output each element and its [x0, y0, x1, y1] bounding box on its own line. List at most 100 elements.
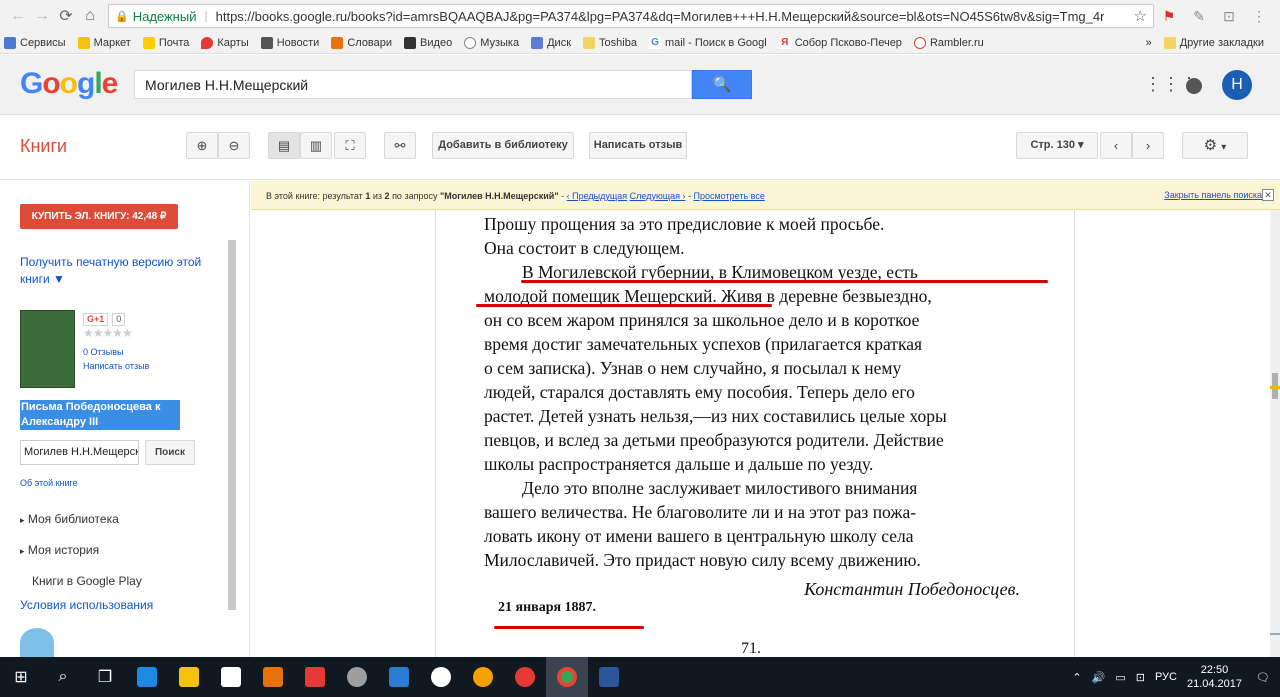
bookmark-item[interactable]: Диск	[531, 36, 571, 49]
bookmark-item[interactable]: Карты	[201, 36, 249, 49]
opera-icon[interactable]	[504, 657, 546, 697]
text-line: Прошу прощения за это предисловие к моей…	[484, 214, 885, 234]
bookmark-item[interactable]: Почта	[142, 36, 189, 49]
rambler-icon	[913, 36, 926, 49]
search-in-book-button[interactable]: Поиск	[145, 440, 195, 465]
battery-icon[interactable]: ▭	[1115, 671, 1125, 684]
settings-button[interactable]: ⚙ ▾	[1182, 132, 1248, 159]
section-title[interactable]: Книги	[20, 136, 67, 157]
viewer-scrollbar[interactable]	[1270, 210, 1280, 657]
bookmark-item[interactable]: Gmail - Поиск в Googl	[648, 36, 767, 49]
bookmark-item[interactable]: Словари	[331, 36, 392, 49]
next-result-link[interactable]: Следующая ›	[630, 191, 686, 201]
close-search-panel-link[interactable]: Закрыть панель поиска	[1164, 190, 1262, 200]
clock[interactable]: 22:50 21.04.2017	[1187, 663, 1242, 691]
yandex-browser-icon[interactable]	[420, 657, 462, 697]
book-title[interactable]: Письма Победоносцева к Александру III	[20, 400, 180, 430]
bookmark-item[interactable]: Видео	[404, 36, 452, 49]
bookmark-item[interactable]: Сервисы	[4, 36, 66, 49]
result-current: 1	[365, 191, 371, 201]
close-icon[interactable]: ✕	[1262, 189, 1274, 201]
profile-picture-icon	[20, 628, 54, 657]
page-select[interactable]: Стр. 130 ▾	[1016, 132, 1098, 159]
bookmark-item[interactable]: Rambler.ru	[913, 36, 984, 49]
signature: Константин Победоносцев.	[804, 579, 1020, 599]
bookmark-item[interactable]: Маркет	[77, 36, 131, 49]
prev-page-icon[interactable]: ‹	[1100, 132, 1132, 159]
search-button[interactable]: 🔍	[692, 70, 752, 99]
edge-icon[interactable]	[126, 657, 168, 697]
volume-icon[interactable]: 🔊	[1092, 671, 1106, 684]
network-icon[interactable]: ⊡	[1136, 671, 1145, 684]
other-bookmarks[interactable]: Другие закладки	[1163, 36, 1264, 49]
reviews-count-link[interactable]: 0 Отзывы	[83, 345, 149, 359]
zoom-out-icon[interactable]: ⊖	[218, 132, 250, 159]
yandex-app-icon[interactable]	[294, 657, 336, 697]
windows-start-icon[interactable]: ⊞	[0, 657, 42, 697]
app-icon[interactable]	[336, 657, 378, 697]
terms-link[interactable]: Условия использования	[20, 598, 153, 612]
book-cover[interactable]	[20, 310, 75, 388]
bookmark-flag-icon[interactable]: ⚑	[1154, 8, 1184, 25]
task-view-icon[interactable]: ❐	[84, 657, 126, 697]
menu-icon[interactable]: ⋮	[1244, 8, 1274, 25]
media-icon[interactable]	[252, 657, 294, 697]
bookmark-item[interactable]: Toshiba	[583, 36, 637, 49]
write-review-button[interactable]: Написать отзыв	[589, 132, 687, 159]
my-history-item[interactable]: ▸ Моя история	[20, 543, 99, 557]
search-input[interactable]: Могилев Н.Н.Мещерский	[134, 70, 692, 99]
link-icon[interactable]: ⚯	[384, 132, 416, 159]
my-library-item[interactable]: ▸ Моя библиотека	[20, 512, 119, 526]
mail-app-icon[interactable]	[378, 657, 420, 697]
store-icon[interactable]	[210, 657, 252, 697]
back-icon[interactable]: ←	[6, 7, 30, 25]
notifications-icon[interactable]	[1186, 78, 1202, 94]
extension-icon[interactable]: ✎	[1184, 8, 1214, 25]
more-bookmarks-button[interactable]: »	[1146, 37, 1152, 49]
address-bar[interactable]: 🔒 Надежный | https://books.google.ru/boo…	[108, 4, 1154, 28]
about-book-link[interactable]: Об этой книге	[20, 478, 78, 488]
bookmark-star-icon[interactable]: ☆	[1128, 7, 1147, 25]
page-number: 71.	[741, 640, 761, 657]
zoom-in-icon[interactable]: ⊕	[186, 132, 218, 159]
books-toolbar: Книги ⊕ ⊖ ▤ ▥ ⛶ ⚯ Добавить в библиотеку …	[0, 116, 1280, 180]
yandex-icon: Я	[778, 36, 791, 49]
language-indicator[interactable]: РУС	[1155, 671, 1177, 683]
file-explorer-icon[interactable]	[168, 657, 210, 697]
fullscreen-icon[interactable]: ⛶	[334, 132, 366, 159]
chrome-icon[interactable]	[546, 657, 588, 697]
two-page-view-icon[interactable]: ▥	[300, 132, 332, 159]
search-in-book-input[interactable]: Могилев Н.Н.Мещерский	[20, 440, 139, 465]
search-icon[interactable]: ⌕	[42, 657, 84, 697]
bookmark-item[interactable]: Новости	[260, 36, 320, 49]
write-review-link[interactable]: Написать отзыв	[83, 359, 149, 373]
bookmark-item[interactable]: Музыка	[464, 36, 519, 49]
url-text: https://books.google.ru/books?id=amrsBQA…	[215, 8, 1105, 24]
single-page-view-icon[interactable]: ▤	[268, 132, 300, 159]
odnoklassniki-icon[interactable]	[462, 657, 504, 697]
home-icon[interactable]: ⌂	[78, 7, 102, 25]
forward-icon[interactable]: →	[30, 7, 54, 25]
bookmark-label: Новости	[276, 36, 320, 49]
prev-result-link[interactable]: ‹ Предыдущая	[567, 191, 628, 201]
secure-label: Надежный	[132, 8, 197, 24]
google-logo[interactable]: Google	[20, 67, 118, 101]
text-line: растет. Детей узнать нельзя,—из них сост…	[484, 406, 947, 426]
print-version-link[interactable]: Получить печатную версию этой книги ▼	[20, 254, 215, 288]
add-to-library-button[interactable]: Добавить в библиотеку	[432, 132, 574, 159]
bookmark-item[interactable]: Я Собор Псково-Печер	[778, 36, 902, 49]
google-header: Google Могилев Н.Н.Мещерский 🔍	[0, 55, 1280, 115]
view-all-link[interactable]: Просмотреть все	[694, 191, 765, 201]
word-icon[interactable]	[588, 657, 630, 697]
google-play-link[interactable]: Книги в Google Play	[32, 574, 142, 588]
tray-expand-icon[interactable]: ⌃	[1072, 671, 1081, 684]
reload-icon[interactable]: ⟳	[54, 6, 78, 26]
notifications-icon[interactable]: 🗨	[1256, 671, 1270, 684]
gplus-button[interactable]: G+1	[83, 313, 109, 326]
sidebar-scrollbar[interactable]	[228, 240, 236, 610]
avatar[interactable]: Н	[1222, 70, 1252, 100]
yandex-browser-logo	[431, 667, 451, 687]
extension-k-icon[interactable]: ⊡	[1214, 8, 1244, 25]
next-page-icon[interactable]: ›	[1132, 132, 1164, 159]
buy-ebook-button[interactable]: КУПИТЬ ЭЛ. КНИГУ: 42,48 ₽	[20, 204, 178, 229]
